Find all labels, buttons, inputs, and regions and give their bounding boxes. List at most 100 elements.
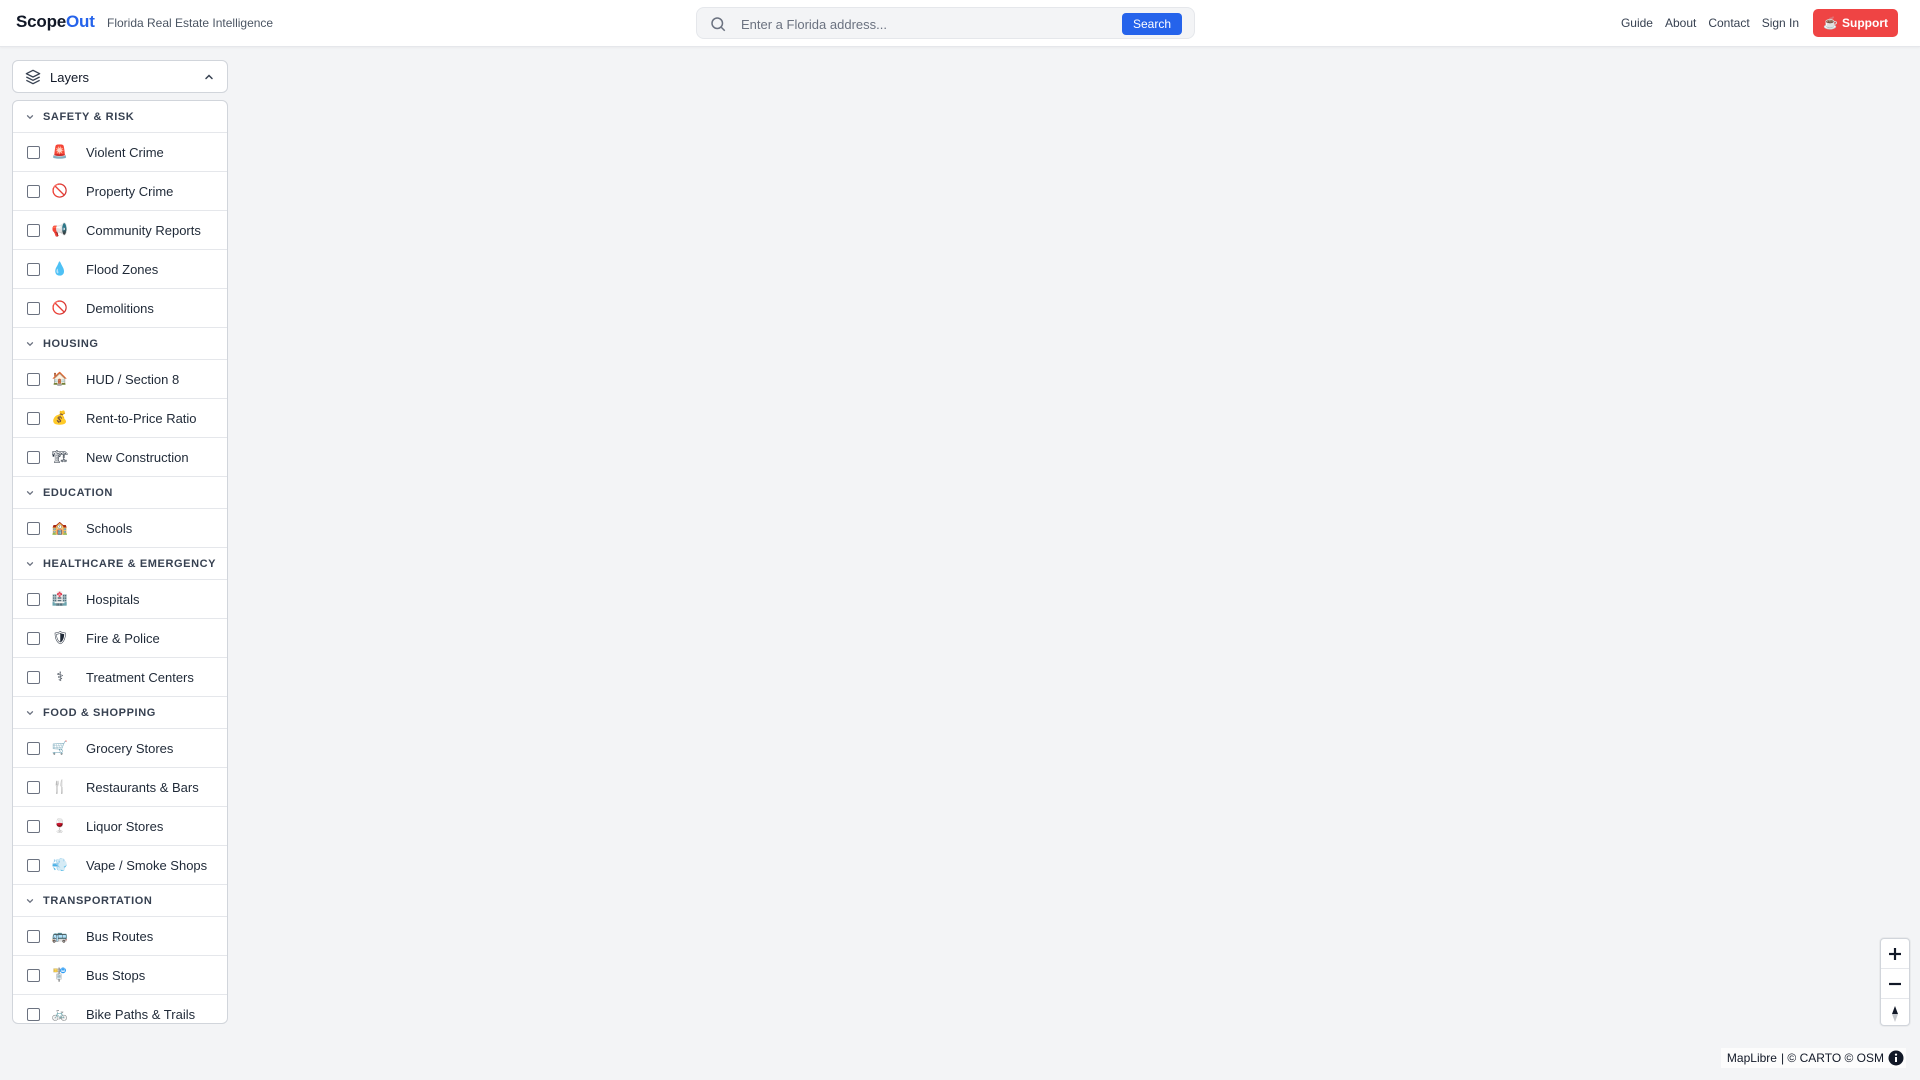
layer-checkbox[interactable] [27, 670, 40, 684]
layer-label: New Construction [86, 449, 189, 465]
layer-bus-stops[interactable]: 🚏 Bus Stops [13, 956, 227, 995]
search-icon [711, 17, 726, 32]
layer-checkbox[interactable] [27, 372, 40, 386]
layer-icon: 🛡 [51, 630, 69, 646]
layer-checkbox[interactable] [27, 223, 40, 237]
maplibre-link[interactable]: MapLibre [1727, 1051, 1777, 1065]
layer-schools[interactable]: 🏫 Schools [13, 509, 227, 548]
layer-vape-smoke-shops[interactable]: 💨 Vape / Smoke Shops [13, 846, 227, 885]
layer-checkbox[interactable] [27, 592, 40, 606]
layer-bike-paths-trails[interactable]: 🚲 Bike Paths & Trails [13, 995, 227, 1023]
layers-title: Layers [50, 70, 90, 85]
category-label: TRANSPORTATION [43, 894, 153, 907]
address-search-input[interactable] [739, 13, 1103, 35]
layer-icon: 🚲 [51, 1006, 69, 1022]
layer-icon: ⚕ [56, 669, 64, 685]
layer-label: Flood Zones [86, 261, 159, 277]
layer-checkbox[interactable] [27, 450, 40, 464]
layer-liquor-stores[interactable]: 🍷 Liquor Stores [13, 807, 227, 846]
category-label: FOOD & SHOPPING [43, 706, 156, 719]
layer-icon: 🍷 [51, 818, 69, 834]
layer-demolitions[interactable]: 🚫 Demolitions [13, 289, 227, 328]
layer-violent-crime[interactable]: 🚨 Violent Crime [13, 133, 227, 172]
layer-label: Liquor Stores [86, 818, 164, 834]
chevron-down-icon [26, 490, 34, 495]
compass-icon [1892, 1005, 1898, 1022]
category-safety-risk[interactable]: SAFETY & RISK [13, 101, 227, 133]
zoom-out-button[interactable] [1881, 969, 1909, 999]
layer-icon: 💧 [51, 261, 69, 277]
brand-part-2: Out [66, 12, 95, 31]
layer-checkbox[interactable] [27, 929, 40, 943]
layer-label: Bus Stops [86, 967, 146, 983]
layer-label: Property Crime [86, 183, 174, 199]
layer-icon: 🏗 [51, 449, 69, 465]
category-housing[interactable]: HOUSING [13, 328, 227, 360]
layer-icon: 🏠 [51, 371, 69, 387]
support-button[interactable]: ☕ Support [1813, 9, 1898, 37]
layer-checkbox[interactable] [27, 301, 40, 315]
layer-checkbox[interactable] [27, 780, 40, 794]
layer-checkbox[interactable] [27, 858, 40, 872]
layer-label: Schools [86, 520, 133, 536]
layer-hud-section-8[interactable]: 🏠 HUD / Section 8 [13, 360, 227, 399]
layer-checkbox[interactable] [27, 1007, 40, 1021]
layer-bus-routes[interactable]: 🚌 Bus Routes [13, 917, 227, 956]
brand-part-1: Scope [16, 12, 67, 31]
nav-contact-link[interactable]: Contact [1708, 16, 1749, 30]
info-icon[interactable] [1888, 1050, 1904, 1066]
search-button[interactable]: Search [1121, 13, 1182, 35]
chevron-down-icon [26, 341, 34, 346]
layer-icon: 🍴 [51, 779, 69, 795]
category-education[interactable]: EDUCATION [13, 477, 227, 509]
nav-guide-link[interactable]: Guide [1621, 16, 1653, 30]
layer-checkbox[interactable] [27, 411, 40, 425]
nav-sign-in-link[interactable]: Sign In [1762, 16, 1799, 30]
address-search-bar: Search [696, 7, 1195, 39]
reset-bearing-button[interactable] [1881, 999, 1909, 1028]
layer-hospitals[interactable]: 🏥 Hospitals [13, 580, 227, 619]
layer-checkbox[interactable] [27, 968, 40, 982]
layer-treatment-centers[interactable]: ⚕ Treatment Centers [13, 658, 227, 697]
layer-label: Vape / Smoke Shops [86, 857, 208, 873]
layer-checkbox[interactable] [27, 184, 40, 198]
layer-checkbox[interactable] [27, 521, 40, 535]
layers-toggle[interactable]: Layers [12, 60, 228, 93]
layer-grocery-stores[interactable]: 🛒 Grocery Stores [13, 729, 227, 768]
layer-fire-police[interactable]: 🛡 Fire & Police [13, 619, 227, 658]
plus-icon [1889, 947, 1901, 960]
layer-restaurants-bars[interactable]: 🍴 Restaurants & Bars [13, 768, 227, 807]
brand-tagline: Florida Real Estate Intelligence [107, 16, 274, 30]
layer-label: Bike Paths & Trails [86, 1006, 196, 1022]
layer-new-construction[interactable]: 🏗 New Construction [13, 438, 227, 477]
layer-checkbox[interactable] [27, 631, 40, 645]
chevron-down-icon [26, 710, 34, 715]
category-label: EDUCATION [43, 486, 113, 499]
brand-logo[interactable]: ScopeOut [16, 12, 95, 32]
zoom-in-button[interactable] [1881, 939, 1909, 969]
layer-checkbox[interactable] [27, 741, 40, 755]
layer-icon: 📢 [51, 222, 69, 238]
layer-checkbox[interactable] [27, 819, 40, 833]
layer-property-crime[interactable]: 🚫 Property Crime [13, 172, 227, 211]
layer-checkbox[interactable] [27, 145, 40, 159]
category-healthcare-emergency[interactable]: HEALTHCARE & EMERGENCY [13, 548, 227, 580]
layer-community-reports[interactable]: 📢 Community Reports [13, 211, 227, 250]
category-food-shopping[interactable]: FOOD & SHOPPING [13, 697, 227, 729]
minus-icon [1889, 982, 1901, 985]
layer-label: Bus Routes [86, 928, 154, 944]
chevron-down-icon [26, 898, 34, 903]
layer-checkbox[interactable] [27, 262, 40, 276]
layer-rent-to-price-ratio[interactable]: 💰 Rent-to-Price Ratio [13, 399, 227, 438]
layer-label: HUD / Section 8 [86, 371, 180, 387]
map-attribution: MapLibre | © CARTO © OSM [1720, 1048, 1906, 1068]
chevron-up-icon [205, 74, 213, 80]
layer-icon: 🏫 [51, 520, 69, 536]
layer-flood-zones[interactable]: 💧 Flood Zones [13, 250, 227, 289]
nav-about-link[interactable]: About [1665, 16, 1696, 30]
layers-panel[interactable]: SAFETY & RISK 🚨 Violent Crime 🚫 Property Cri… [12, 100, 228, 1024]
top-nav: Guide About Contact Sign In ☕ Support [1621, 9, 1898, 37]
layer-icon: 🚌 [51, 928, 69, 944]
category-transportation[interactable]: TRANSPORTATION [13, 885, 227, 917]
layer-icon: 💰 [51, 410, 69, 426]
